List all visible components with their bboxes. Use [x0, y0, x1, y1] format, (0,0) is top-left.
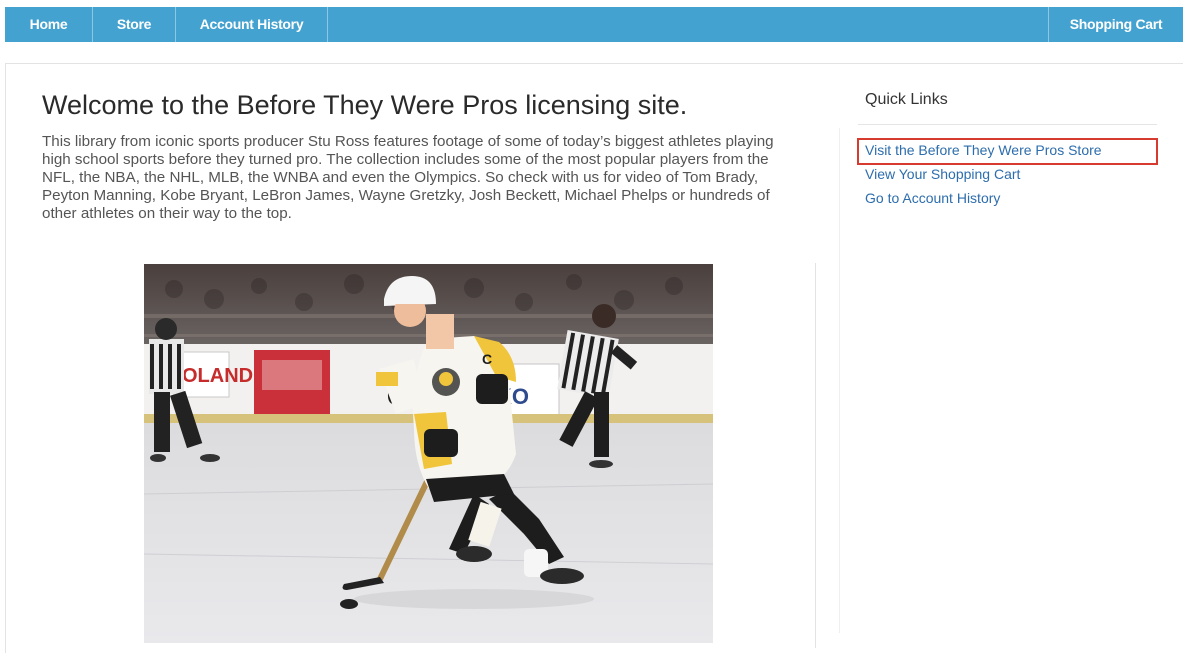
nav-shopping-cart-link[interactable]: Shopping Cart: [1049, 7, 1183, 42]
column-divider: [815, 263, 816, 648]
intro-paragraph: This library from iconic sports producer…: [42, 133, 774, 222]
visit-store-link[interactable]: Visit the Before They Were Pros Store: [865, 142, 1102, 158]
page-title: Welcome to the Before They Were Pros lic…: [42, 90, 688, 120]
account-history-link[interactable]: Go to Account History: [865, 190, 1000, 206]
hockey-player-photo: OLAND KO C: [144, 264, 713, 643]
svg-text:OLAND: OLAND: [182, 365, 253, 387]
quick-links-rule: [858, 124, 1157, 125]
top-navigation-bar: Home Store Account History Shopping Cart: [5, 7, 1183, 42]
quick-links-title: Quick Links: [865, 91, 948, 108]
nav-store-link[interactable]: Store: [93, 7, 175, 42]
view-cart-link[interactable]: View Your Shopping Cart: [865, 166, 1020, 182]
nav-separator: [327, 7, 328, 42]
captain-letter: C: [482, 351, 492, 367]
sidebar-divider: [839, 128, 840, 633]
hero-image: OLAND KO C: [144, 264, 713, 643]
nav-account-history-link[interactable]: Account History: [176, 7, 327, 42]
nav-home-link[interactable]: Home: [5, 7, 92, 42]
